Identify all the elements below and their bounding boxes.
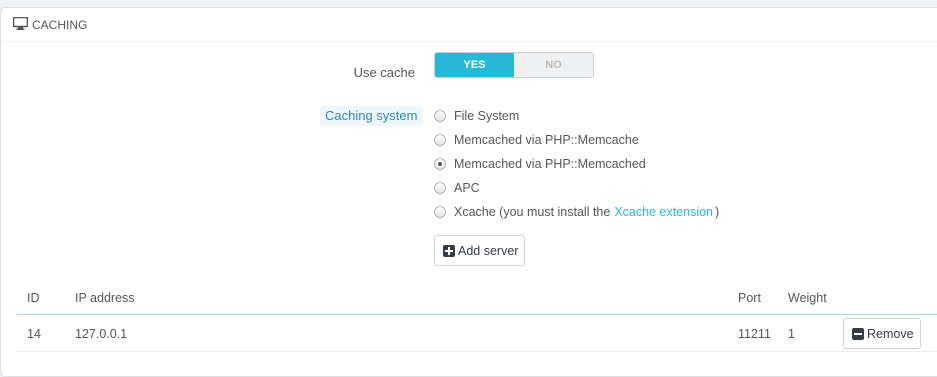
table-header-ip: IP address — [75, 291, 135, 305]
radio-label-suffix: ) — [715, 205, 720, 219]
table-header-port: Port — [738, 291, 761, 305]
radio-label: Xcache (you must install the — [454, 205, 611, 219]
table-header-divider — [16, 314, 937, 315]
caching-system-label: Caching system — [320, 106, 423, 126]
radio-xcache[interactable]: Xcache (you must install the Xcache exte… — [434, 203, 719, 221]
cell-id: 14 — [27, 327, 41, 341]
radio-file-system[interactable]: File System — [434, 107, 519, 125]
use-cache-no-option[interactable]: NO — [514, 53, 593, 77]
add-server-button[interactable]: Add server — [434, 235, 526, 266]
use-cache-yes-option[interactable]: YES — [435, 53, 514, 77]
table-row-divider — [16, 351, 937, 352]
radio-button[interactable] — [434, 134, 446, 146]
radio-memcache[interactable]: Memcached via PHP::Memcache — [434, 131, 639, 149]
cell-weight: 1 — [788, 327, 795, 341]
desktop-icon — [12, 16, 29, 33]
minus-square-icon — [852, 327, 864, 340]
use-cache-switch[interactable]: YES NO — [434, 52, 594, 78]
use-cache-label: Use cache — [353, 65, 415, 80]
cell-port: 11211 — [738, 327, 771, 341]
radio-button[interactable] — [434, 206, 446, 218]
xcache-extension-link[interactable]: Xcache extension — [614, 205, 713, 219]
panel-heading: CACHING — [1, 8, 937, 42]
radio-button-checked[interactable] — [434, 158, 446, 170]
radio-label: APC — [454, 181, 480, 195]
remove-label: Remove — [867, 326, 914, 341]
radio-apc[interactable]: APC — [434, 179, 480, 197]
panel-title: CACHING — [32, 17, 88, 32]
table-header-weight: Weight — [788, 291, 827, 305]
plus-square-icon — [443, 244, 455, 257]
radio-label: File System — [454, 109, 520, 123]
radio-button[interactable] — [434, 182, 446, 194]
radio-button[interactable] — [434, 110, 446, 122]
add-server-label: Add server — [458, 243, 519, 258]
radio-memcached[interactable]: Memcached via PHP::Memcached — [434, 155, 646, 173]
cell-ip: 127.0.0.1 — [75, 327, 128, 341]
radio-label: Memcached via PHP::Memcached — [454, 157, 646, 171]
radio-label: Memcached via PHP::Memcache — [454, 133, 639, 147]
table-header-id: ID — [27, 291, 40, 305]
remove-button[interactable]: Remove — [843, 318, 921, 349]
